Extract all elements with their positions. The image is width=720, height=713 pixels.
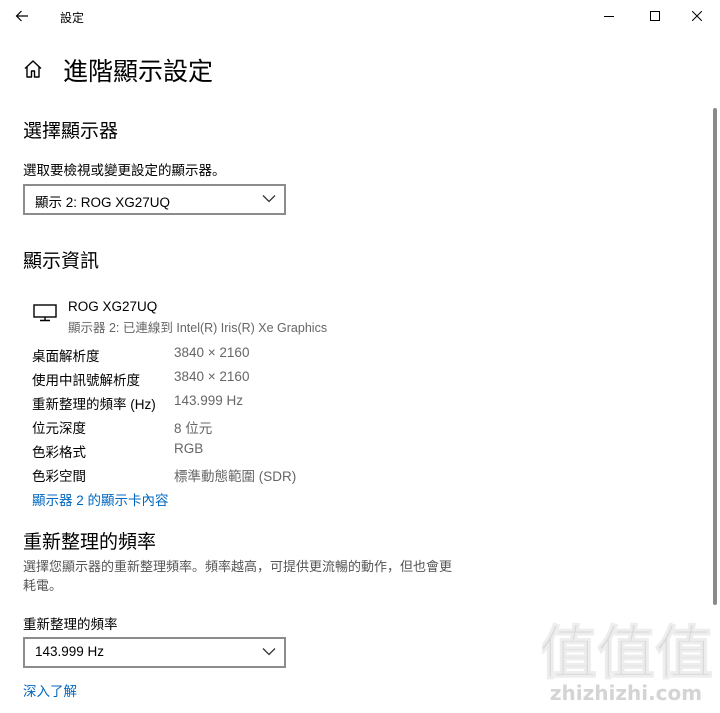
minimize-icon [604, 16, 614, 17]
monitor-icon [33, 304, 57, 322]
info-key: 位元深度 [32, 421, 86, 436]
chevron-down-icon [262, 195, 276, 203]
refresh-rate-heading: 重新整理的頻率 [23, 532, 157, 553]
info-row: 色彩空間 標準動態範圍 (SDR) [32, 465, 432, 485]
back-arrow-icon [15, 10, 28, 22]
maximize-button[interactable] [632, 0, 678, 32]
display-select-dropdown[interactable]: 顯示 2: ROG XG27UQ [23, 184, 286, 215]
page-title: 進階顯示設定 [63, 58, 214, 86]
info-row: 位元深度 8 位元 [32, 417, 432, 437]
info-value: 8 位元 [174, 421, 213, 436]
watermark-logo: 值值值 zhizhizhi.com [538, 615, 713, 707]
window-title: 設定 [60, 11, 85, 25]
info-row: 使用中訊號解析度 3840 × 2160 [32, 369, 432, 389]
info-row: 色彩格式 RGB [32, 441, 432, 461]
scrollbar[interactable] [713, 108, 717, 605]
info-row: 重新整理的頻率 (Hz) 143.999 Hz [32, 393, 432, 413]
close-icon [692, 11, 702, 21]
info-value: 標準動態範圍 (SDR) [174, 469, 297, 484]
select-display-prompt: 選取要檢視或變更設定的顯示器。 [23, 163, 226, 178]
refresh-rate-dropdown[interactable]: 143.999 Hz [23, 637, 286, 668]
adapter-properties-link[interactable]: 顯示器 2 的顯示卡內容 [32, 489, 169, 509]
info-value: 3840 × 2160 [174, 369, 250, 384]
home-icon [24, 60, 42, 78]
info-key: 桌面解析度 [32, 349, 100, 364]
display-select-value: 顯示 2: ROG XG27UQ [35, 195, 171, 210]
watermark-site: zhizhizhi.com [550, 681, 702, 705]
monitor-name: ROG XG27UQ [68, 299, 158, 314]
info-key: 色彩格式 [32, 445, 86, 460]
select-display-heading: 選擇顯示器 [23, 121, 119, 142]
minimize-button[interactable] [586, 0, 632, 32]
info-value: RGB [174, 441, 204, 456]
home-button[interactable] [22, 58, 44, 80]
info-key: 色彩空間 [32, 469, 86, 484]
display-info-heading: 顯示資訊 [23, 251, 100, 272]
info-key: 重新整理的頻率 (Hz) [32, 397, 156, 412]
refresh-rate-value: 143.999 Hz [35, 644, 105, 659]
learn-more-link[interactable]: 深入了解 [23, 680, 77, 700]
info-row: 桌面解析度 3840 × 2160 [32, 345, 432, 365]
watermark-graphic: 值值值 zhizhizhi.com [538, 619, 713, 706]
back-button[interactable] [10, 5, 34, 27]
maximize-icon [650, 11, 660, 21]
refresh-rate-description: 選擇您顯示器的重新整理頻率。頻率越高，可提供更流暢的動作，但也會更耗電。 [23, 559, 453, 593]
info-key: 使用中訊號解析度 [32, 373, 140, 388]
chevron-down-icon [262, 648, 276, 656]
refresh-rate-label: 重新整理的頻率 [23, 617, 118, 632]
info-value: 3840 × 2160 [174, 345, 250, 360]
watermark-glyphs: 值值值 [542, 619, 712, 687]
monitor-connection: 顯示器 2: 已連線到 Intel(R) Iris(R) Xe Graphics [68, 321, 328, 335]
close-button[interactable] [674, 0, 720, 32]
title-bar: 設定 [0, 0, 720, 32]
info-value: 143.999 Hz [174, 393, 244, 408]
